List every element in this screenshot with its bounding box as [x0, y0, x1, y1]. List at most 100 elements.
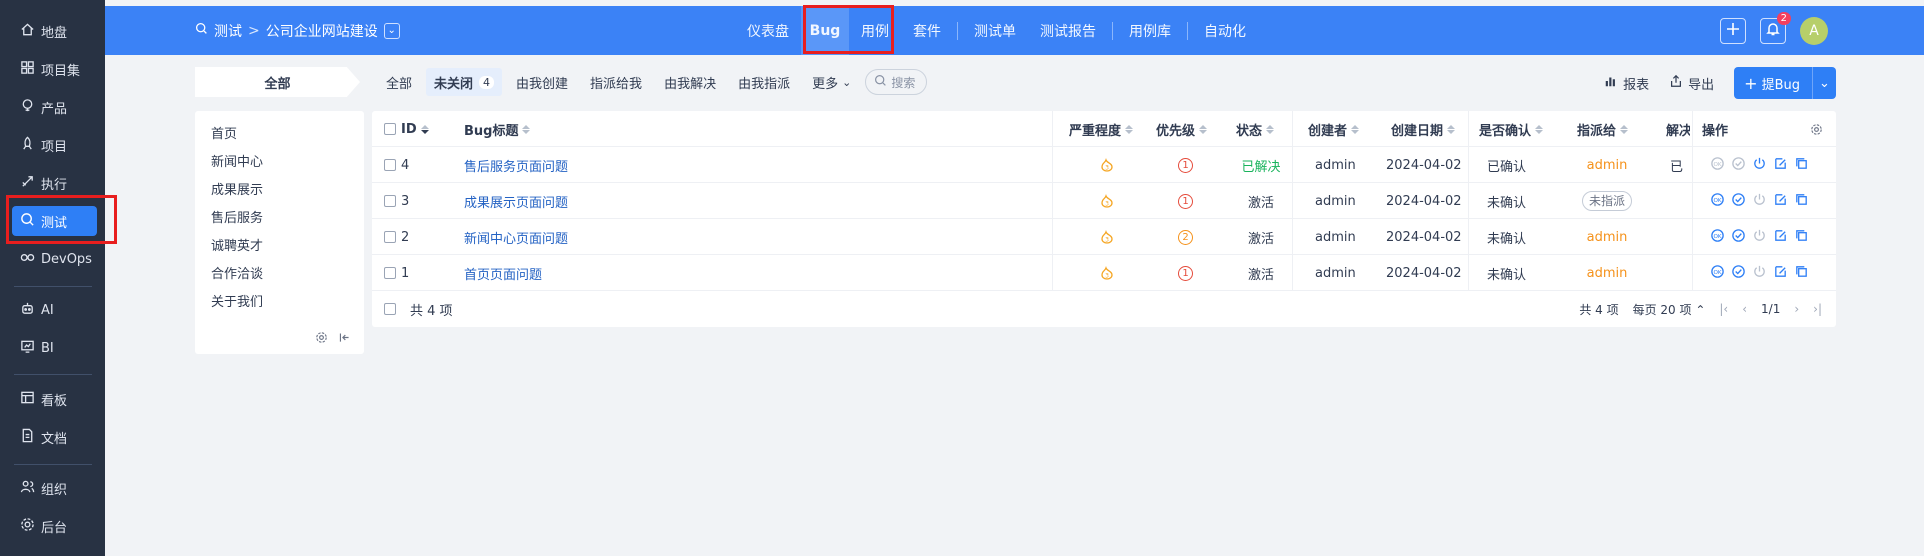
edit-icon[interactable]	[1773, 192, 1788, 211]
nav-test-tasks[interactable]: 测试单	[962, 6, 1028, 55]
close-bug-icon[interactable]	[1752, 156, 1767, 175]
filter-assigned-to-me[interactable]: 指派给我	[582, 68, 650, 96]
edit-icon[interactable]	[1773, 228, 1788, 247]
copy-icon[interactable]	[1794, 228, 1809, 247]
unassigned-pill[interactable]: 未指派	[1581, 191, 1632, 211]
col-status[interactable]: 状态	[1236, 111, 1275, 147]
export-button[interactable]: 导出	[1669, 74, 1714, 93]
row-checkbox[interactable]	[384, 195, 396, 207]
copy-icon[interactable]	[1794, 156, 1809, 175]
sidebar-item-bi[interactable]: BI	[12, 333, 97, 363]
gear-icon[interactable]	[315, 331, 328, 348]
nav-cases[interactable]: 用例	[849, 6, 901, 55]
col-created-date[interactable]: 创建日期	[1391, 111, 1456, 147]
row-checkbox[interactable]	[384, 231, 396, 243]
assigned-to[interactable]: admin	[1587, 266, 1628, 281]
notification-button[interactable]: 2	[1760, 11, 1791, 44]
footer-select-checkbox[interactable]	[384, 303, 396, 315]
col-severity[interactable]: 严重程度	[1069, 111, 1134, 147]
sidebar-item-test[interactable]: 测试	[12, 206, 97, 236]
nav-test-reports[interactable]: 测试报告	[1028, 6, 1108, 55]
product-dropdown-button[interactable]: ⌄	[383, 22, 400, 39]
nav-automation[interactable]: 自动化	[1192, 6, 1258, 55]
col-id[interactable]: ID	[401, 111, 429, 147]
col-priority[interactable]: 优先级	[1156, 111, 1208, 147]
sidebar-item-docs[interactable]: 文档	[12, 422, 97, 452]
breadcrumb-root[interactable]: 测试	[214, 21, 242, 41]
sidebar-item-ai[interactable]: AI	[12, 295, 97, 325]
nav-bug[interactable]: Bug	[801, 6, 849, 55]
filter-resolved-by-me[interactable]: 由我解决	[656, 68, 724, 96]
close-bug-icon[interactable]	[1752, 264, 1767, 283]
select-all-checkbox[interactable]	[384, 123, 396, 135]
next-page-icon[interactable]: ›	[1794, 302, 1799, 316]
avatar[interactable]: A	[1800, 16, 1828, 45]
module-item[interactable]: 合作洽谈	[211, 263, 263, 282]
sidebar-item-product[interactable]: 产品	[12, 92, 97, 122]
confirm-icon[interactable]: OK	[1710, 228, 1725, 247]
col-resolution[interactable]: 解决	[1666, 111, 1690, 147]
resolve-icon[interactable]	[1731, 192, 1746, 211]
bug-title-link[interactable]: 新闻中心页面问题	[464, 219, 568, 255]
sidebar-item-admin[interactable]: 后台	[12, 511, 97, 541]
resolve-icon[interactable]	[1731, 156, 1746, 175]
row-checkbox[interactable]	[384, 159, 396, 171]
close-bug-icon[interactable]	[1752, 228, 1767, 247]
sidebar-item-execution[interactable]: 执行	[12, 168, 97, 198]
col-creator[interactable]: 创建者	[1308, 111, 1360, 147]
pager-page-size[interactable]: 每页 20 项 ⌃	[1633, 301, 1706, 318]
bug-title-link[interactable]: 售后服务页面问题	[464, 147, 568, 183]
confirm-icon[interactable]: OK	[1710, 264, 1725, 283]
last-page-icon[interactable]: ›|	[1813, 302, 1822, 316]
sidebar-item-dashboard[interactable]: 地盘	[12, 16, 97, 46]
create-button[interactable]	[1720, 17, 1746, 44]
create-bug-button[interactable]: + 提Bug ⌄	[1734, 67, 1836, 99]
col-title[interactable]: Bug标题	[464, 111, 531, 147]
column-settings-icon[interactable]	[1810, 111, 1823, 147]
module-item[interactable]: 成果展示	[211, 179, 263, 198]
module-all-tab[interactable]: 全部	[195, 67, 360, 97]
resolve-icon[interactable]	[1731, 264, 1746, 283]
sidebar-item-kanban[interactable]: 看板	[12, 384, 97, 414]
col-assigned-to[interactable]: 指派给	[1577, 111, 1629, 147]
module-item[interactable]: 首页	[211, 123, 237, 142]
bug-title-link[interactable]: 成果展示页面问题	[464, 183, 568, 219]
nav-dashboard[interactable]: 仪表盘	[735, 6, 801, 55]
nav-suites[interactable]: 套件	[901, 6, 953, 55]
breadcrumb-product[interactable]: 公司企业网站建设	[266, 21, 378, 41]
first-page-icon[interactable]: |‹	[1719, 302, 1728, 316]
module-item[interactable]: 售后服务	[211, 207, 263, 226]
prev-page-icon[interactable]: ‹	[1742, 302, 1747, 316]
search-button[interactable]: 搜索	[865, 69, 928, 95]
resolve-icon[interactable]	[1731, 228, 1746, 247]
confirm-icon[interactable]: OK	[1710, 156, 1725, 175]
copy-icon[interactable]	[1794, 264, 1809, 283]
module-item[interactable]: 诚聘英才	[211, 235, 263, 254]
filter-more[interactable]: 更多 ⌄	[804, 68, 859, 96]
sidebar-item-programs[interactable]: 项目集	[12, 54, 97, 84]
collapse-left-icon[interactable]	[338, 331, 351, 348]
filter-all[interactable]: 全部	[378, 68, 420, 96]
col-confirmed[interactable]: 是否确认	[1479, 111, 1544, 147]
filter-assigned-by-me[interactable]: 由我指派	[730, 68, 798, 96]
copy-icon[interactable]	[1794, 192, 1809, 211]
filter-unclosed[interactable]: 未关闭 4	[426, 68, 503, 96]
nav-case-library[interactable]: 用例库	[1117, 6, 1183, 55]
assigned-to[interactable]: admin	[1587, 230, 1628, 245]
module-item[interactable]: 关于我们	[211, 291, 263, 310]
edit-icon[interactable]	[1773, 156, 1788, 175]
create-bug-main[interactable]: + 提Bug	[1734, 74, 1812, 93]
row-checkbox[interactable]	[384, 267, 396, 279]
report-button[interactable]: 报表	[1604, 74, 1649, 93]
module-item[interactable]: 新闻中心	[211, 151, 263, 170]
assigned-to[interactable]: admin	[1587, 158, 1628, 173]
close-bug-icon[interactable]	[1752, 192, 1767, 211]
confirm-icon[interactable]: OK	[1710, 192, 1725, 211]
sidebar-item-org[interactable]: 组织	[12, 473, 97, 503]
sidebar-item-devops[interactable]: DevOps	[12, 244, 97, 274]
filter-opened-by-me[interactable]: 由我创建	[508, 68, 576, 96]
edit-icon[interactable]	[1773, 264, 1788, 283]
bug-title-link[interactable]: 首页页面问题	[464, 255, 542, 291]
create-bug-dropdown[interactable]: ⌄	[1812, 67, 1836, 99]
sidebar-item-project[interactable]: 项目	[12, 130, 97, 160]
